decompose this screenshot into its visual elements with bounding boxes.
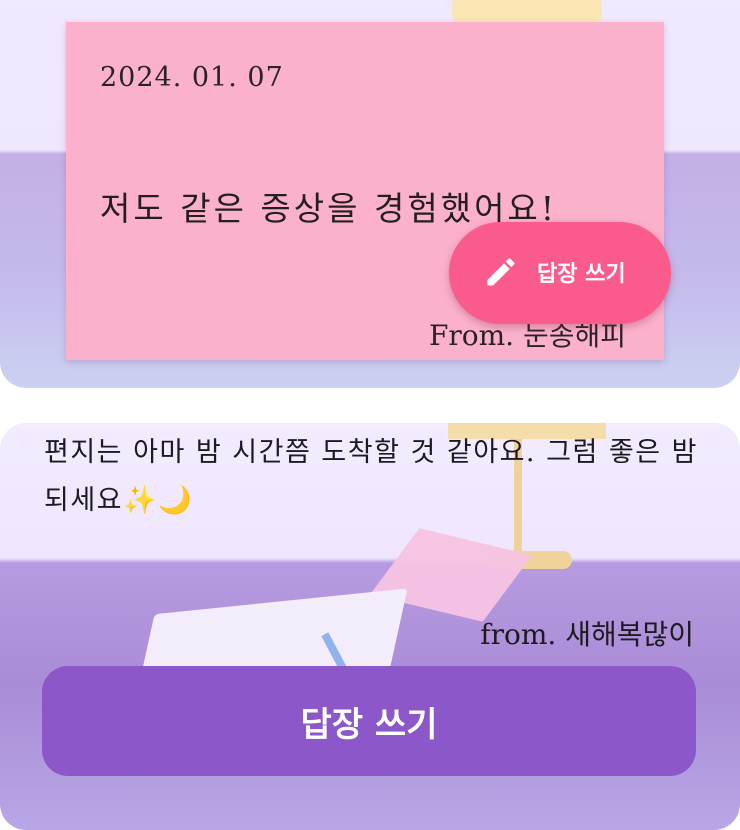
letter-card-top: 2024. 01. 07 저도 같은 증상을 경험했어요! From. 눈송해피… [0, 0, 740, 388]
letter-sender: from. 새해복많이 [480, 618, 694, 651]
pencil-icon [487, 258, 515, 286]
letter-card-bottom: 편지는 아마 밤 시간쯤 도착할 것 같아요. 그럼 좋은 밤 되세요✨🌙 fr… [0, 423, 740, 830]
write-reply-fab[interactable]: 답장 쓰기 [449, 222, 671, 324]
write-reply-fab-label: 답장 쓰기 [537, 262, 626, 287]
lamp-illustration [452, 0, 602, 22]
write-reply-button[interactable]: 답장 쓰기 [42, 666, 696, 776]
note-date: 2024. 01. 07 [100, 62, 284, 93]
write-reply-button-label: 답장 쓰기 [300, 704, 438, 745]
letter-body-text: 편지는 아마 밤 시간쯤 도착할 것 같아요. 그럼 좋은 밤 되세요✨🌙 [44, 437, 698, 516]
